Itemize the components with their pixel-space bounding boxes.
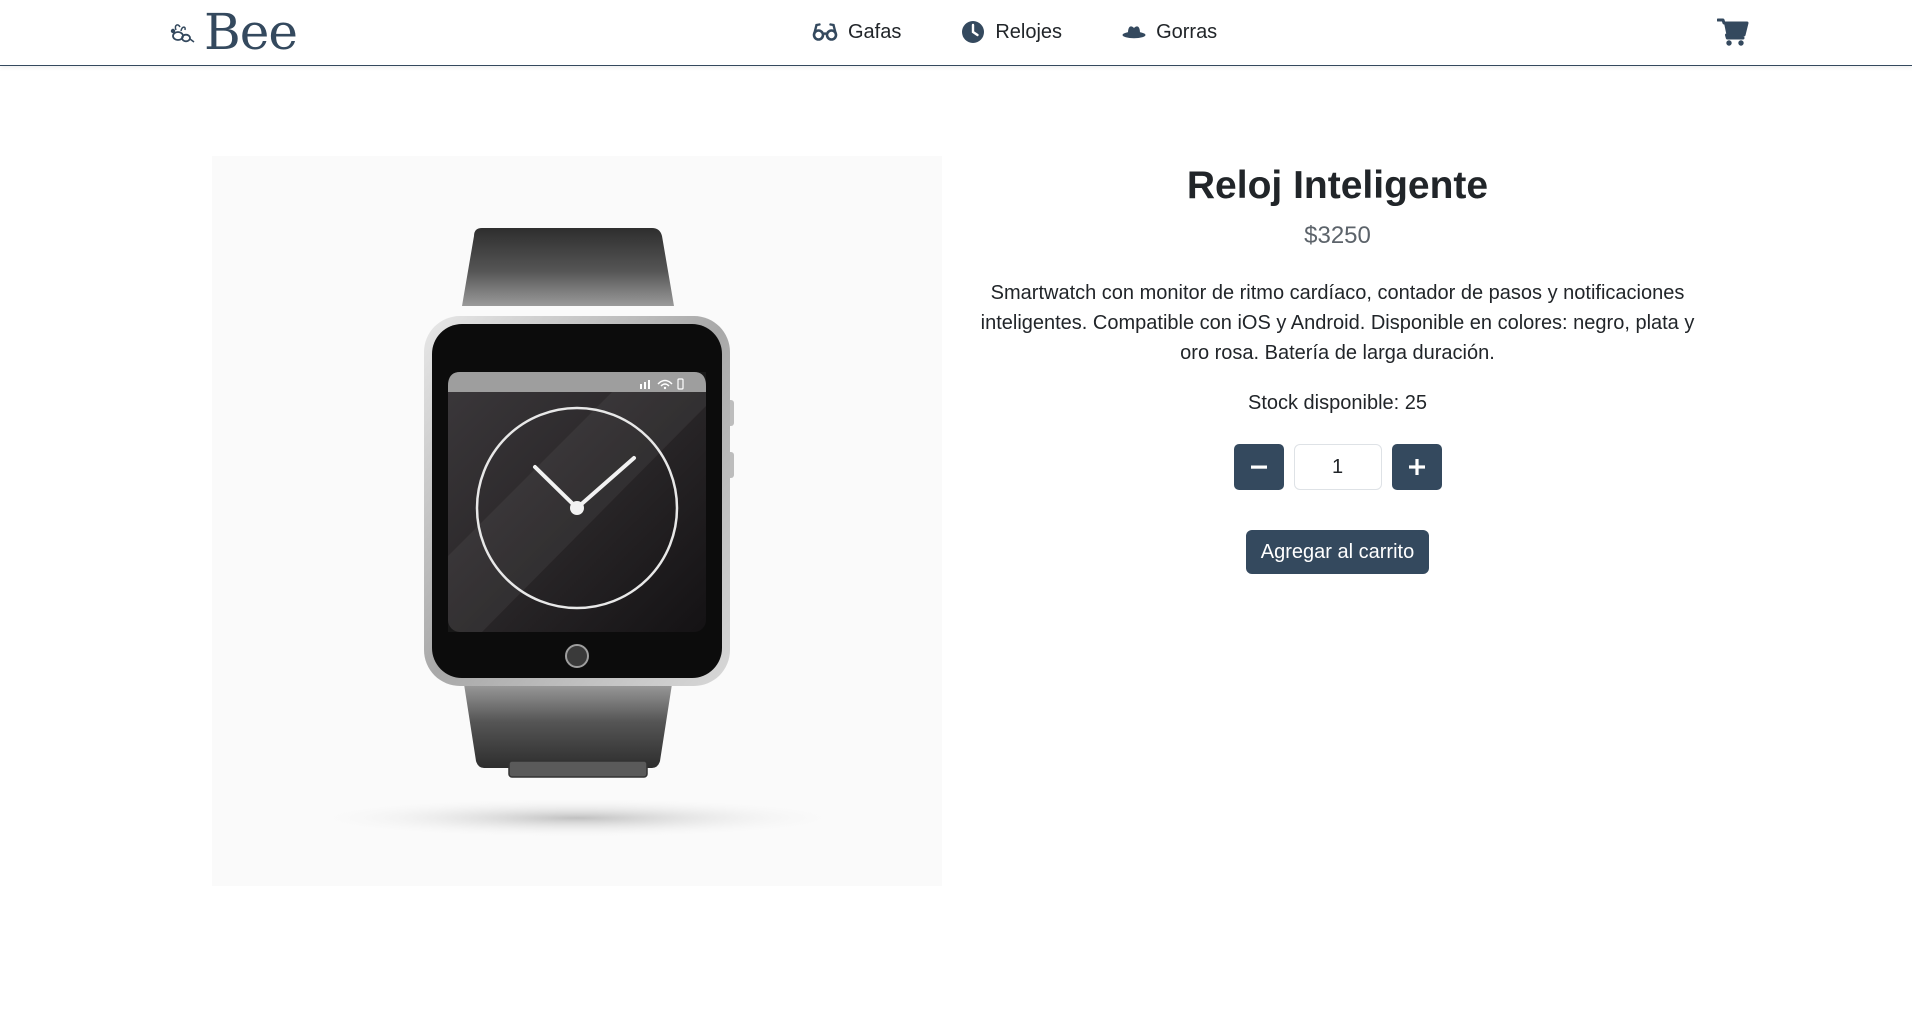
bee-icon (170, 24, 195, 43)
cart-button[interactable] (1716, 17, 1749, 47)
smartwatch-illustration (307, 228, 847, 838)
product-price: $3250 (1304, 222, 1371, 249)
plus-icon (1408, 459, 1425, 475)
quantity-input[interactable] (1293, 444, 1382, 490)
product-description: Smartwatch con monitor de ritmo cardíaco… (980, 282, 1695, 364)
quantity-stepper (970, 444, 1705, 490)
decrease-quantity-button[interactable] (1233, 444, 1284, 490)
product-title: Reloj Inteligente (1186, 164, 1489, 207)
clock-icon (962, 21, 985, 43)
add-to-cart-button[interactable]: Agregar al carrito (1245, 530, 1430, 574)
nav-item-relojes[interactable]: Relojes (961, 20, 1062, 44)
nav-item-label: Gorras (1156, 20, 1218, 43)
nav-item-label: Gafas (848, 20, 902, 43)
hat-icon (1122, 26, 1146, 39)
glasses-icon (812, 23, 838, 41)
product-image (212, 156, 942, 886)
nav-item-gorras[interactable]: Gorras (1122, 21, 1217, 44)
cart-icon (1716, 18, 1749, 46)
minus-icon (1250, 465, 1267, 469)
stock-text: Stock disponible: 25 (1247, 392, 1427, 414)
navbar: Bee Gafas Relojes Gorras (0, 0, 1912, 66)
nav-item-label: Relojes (995, 20, 1063, 43)
nav-item-gafas[interactable]: Gafas (812, 21, 901, 44)
brand-logo-link[interactable]: Bee (166, 2, 298, 62)
brand-name: Bee (204, 3, 298, 61)
increase-quantity-button[interactable] (1391, 444, 1442, 490)
product-info: Reloj Inteligente $3250 Smartwatch con m… (970, 156, 1705, 574)
main-nav: Gafas Relojes Gorras (812, 0, 1217, 64)
